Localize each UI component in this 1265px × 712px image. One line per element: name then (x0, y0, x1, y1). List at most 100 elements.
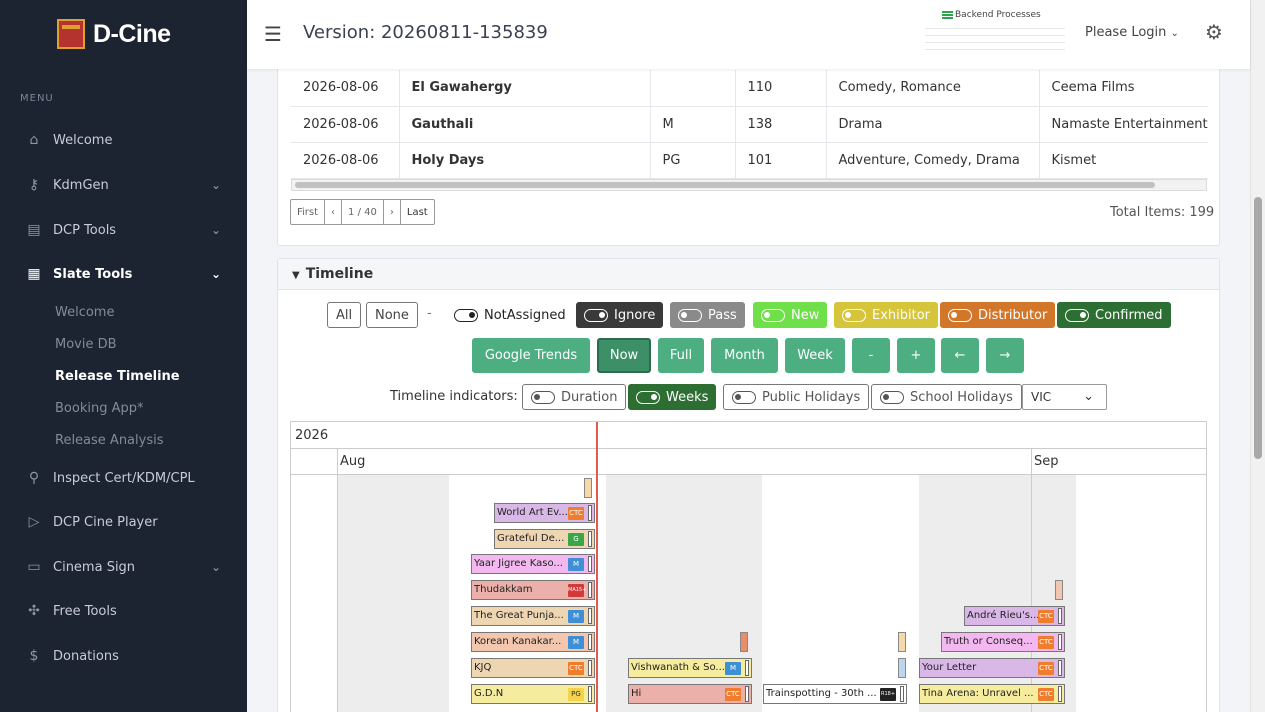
scroll-left-button[interactable]: ← (941, 338, 979, 373)
event-stub[interactable] (898, 658, 906, 678)
runtime-cell: 138 (735, 106, 827, 143)
sidebar-item-label: Cinema Sign (53, 559, 136, 575)
filter-distributor-toggle[interactable]: Distributor (940, 302, 1056, 328)
logo[interactable]: D-Cine (57, 18, 171, 50)
subitem-welcome[interactable]: Welcome (55, 305, 114, 320)
sidebar-item-kdmgen[interactable]: ⚷ KdmGen ⌄ (0, 167, 247, 203)
filter-ignore-toggle[interactable]: Ignore (576, 302, 664, 328)
timeline-event[interactable]: Trainspotting - 30th ... R18+ (763, 684, 907, 704)
event-end-marker (588, 634, 592, 650)
timeline-event[interactable]: The Great Punja... M (471, 606, 595, 626)
timeline-event[interactable]: World Art Ev... CTC (494, 503, 595, 523)
table-row[interactable]: 2026-08-06 Holy Days PG 101 Adventure, C… (291, 142, 1208, 179)
sidebar-item-slate-tools[interactable]: ▦ Slate Tools ⌄ (0, 256, 247, 292)
dollar-icon: $ (29, 648, 39, 664)
timeline-event[interactable]: Yaar Jigree Kaso... M (471, 554, 595, 574)
month-button[interactable]: Month (711, 338, 778, 373)
sidebar-item-inspect[interactable]: ⚲ Inspect Cert/KDM/CPL (0, 460, 247, 496)
sidebar-item-dcp-cine-player[interactable]: ▷ DCP Cine Player (0, 504, 247, 540)
subitem-release-timeline[interactable]: Release Timeline (55, 369, 180, 384)
distributor-cell: Ceema Films (1039, 70, 1208, 107)
next-page-button[interactable]: › (384, 200, 401, 224)
prev-page-button[interactable]: ‹ (325, 200, 343, 224)
google-trends-button[interactable]: Google Trends (472, 338, 590, 373)
zoom-out-button[interactable]: - (852, 338, 890, 373)
timeline-event[interactable]: Thudakkam MA15+ (471, 580, 595, 600)
toggle-label: Duration (561, 389, 618, 405)
sidebar-item-dcp-tools[interactable]: ▤ DCP Tools ⌄ (0, 212, 247, 248)
filter-pass-toggle[interactable]: Pass (670, 302, 745, 328)
timeline-event[interactable]: KJQ CTC (471, 658, 595, 678)
toggle-icon (948, 308, 972, 322)
timeline-event[interactable]: Grateful De... G (494, 529, 595, 549)
rating-badge: CTC (568, 662, 584, 675)
timeline-event[interactable]: Hi CTC (628, 684, 752, 704)
rating-badge: M (568, 636, 584, 649)
event-stub[interactable] (584, 478, 592, 498)
timeline-event[interactable]: Korean Kanakar... M (471, 632, 595, 652)
release-date-cell: 2026-08-06 (291, 70, 400, 107)
table-row[interactable]: 2026-08-06 Gauthali M 138 Drama Namaste … (291, 106, 1208, 143)
filter-label: New (791, 307, 820, 323)
last-page-button[interactable]: Last (401, 200, 434, 224)
week-button[interactable]: Week (785, 338, 845, 373)
event-end-marker (588, 582, 592, 598)
filter-none-button[interactable]: None (366, 302, 418, 328)
rating-cell: M (650, 106, 736, 143)
event-stub[interactable] (1055, 580, 1063, 600)
public-holidays-toggle[interactable]: Public Holidays (723, 384, 870, 410)
now-button[interactable]: Now (597, 338, 651, 373)
event-stub[interactable] (898, 632, 906, 652)
page-scrollbar-thumb[interactable] (1254, 197, 1262, 459)
timeline-event[interactable]: Vishwanath & So... M (628, 658, 752, 678)
event-title: Hi (631, 688, 642, 699)
toggle-icon (678, 308, 702, 322)
gear-icon[interactable]: ⚙ (1205, 20, 1223, 44)
subitem-booking-app[interactable]: Booking App* (55, 401, 144, 416)
sidebar-item-cinema-sign[interactable]: ▭ Cinema Sign ⌄ (0, 549, 247, 585)
filter-exhibitor-toggle[interactable]: Exhibitor (834, 302, 939, 328)
sidebar-item-welcome[interactable]: ⌂ Welcome (0, 122, 247, 158)
duration-toggle[interactable]: Duration (522, 384, 627, 410)
full-button[interactable]: Full (658, 338, 704, 373)
runtime-cell: 101 (735, 142, 827, 179)
timeline-grid[interactable]: 2026 Aug Sep World Art Ev... CTC Grateful… (290, 421, 1207, 712)
timeline-title: ▼ Timeline (292, 266, 373, 282)
sidebar-item-free-tools[interactable]: ✣ Free Tools (0, 593, 247, 629)
menu-toggle-icon[interactable]: ☰ (264, 22, 282, 46)
timeline-event[interactable]: Tina Arena: Unravel ... CTC (919, 684, 1065, 704)
timeline-event[interactable]: André Rieu's... CTC (964, 606, 1065, 626)
event-stub[interactable] (740, 632, 748, 652)
school-holidays-toggle[interactable]: School Holidays (871, 384, 1022, 410)
subitem-release-analysis[interactable]: Release Analysis (55, 433, 164, 448)
page-indicator: 1 / 40 (342, 200, 384, 224)
first-page-button[interactable]: First (291, 200, 326, 224)
scrollbar-thumb[interactable] (295, 182, 1155, 188)
toggle-icon (842, 308, 866, 322)
subitem-movie-db[interactable]: Movie DB (55, 337, 117, 352)
toggle-icon (636, 390, 660, 404)
event-title: Your Letter (922, 662, 977, 673)
sidebar-item-donations[interactable]: $ Donations (0, 638, 247, 674)
title-cell: Holy Days (399, 142, 651, 179)
filter-all-button[interactable]: All (327, 302, 362, 328)
table-row[interactable]: 2026-08-06 El Gawahergy 110 Comedy, Roma… (291, 70, 1208, 107)
zoom-in-button[interactable]: + (897, 338, 935, 373)
backend-processes-link[interactable]: Backend Processes (942, 10, 1041, 20)
filter-confirmed-toggle[interactable]: Confirmed (1057, 302, 1171, 328)
login-dropdown[interactable]: Please Login ⌄ (1085, 25, 1179, 40)
timeline-event[interactable]: G.D.N PG (471, 684, 595, 704)
timeline-event[interactable]: Truth or Conseq... CTC (941, 632, 1065, 652)
processes-icon (942, 10, 953, 19)
filter-notassigned-toggle[interactable]: NotAssigned (446, 302, 574, 328)
scroll-right-button[interactable]: → (986, 338, 1024, 373)
timeline-header[interactable]: ▼ Timeline (278, 259, 1219, 290)
region-select[interactable]: VIC ⌄ (1022, 384, 1107, 410)
timeline-event[interactable]: Your Letter CTC (919, 658, 1065, 678)
filter-new-toggle[interactable]: New (753, 302, 828, 328)
table-horizontal-scrollbar[interactable] (291, 179, 1207, 191)
backend-processes-label: Backend Processes (955, 10, 1041, 20)
rating-badge: R18+ (880, 688, 896, 701)
weeks-toggle[interactable]: Weeks (628, 384, 717, 410)
timeline-year: 2026 (295, 428, 329, 443)
